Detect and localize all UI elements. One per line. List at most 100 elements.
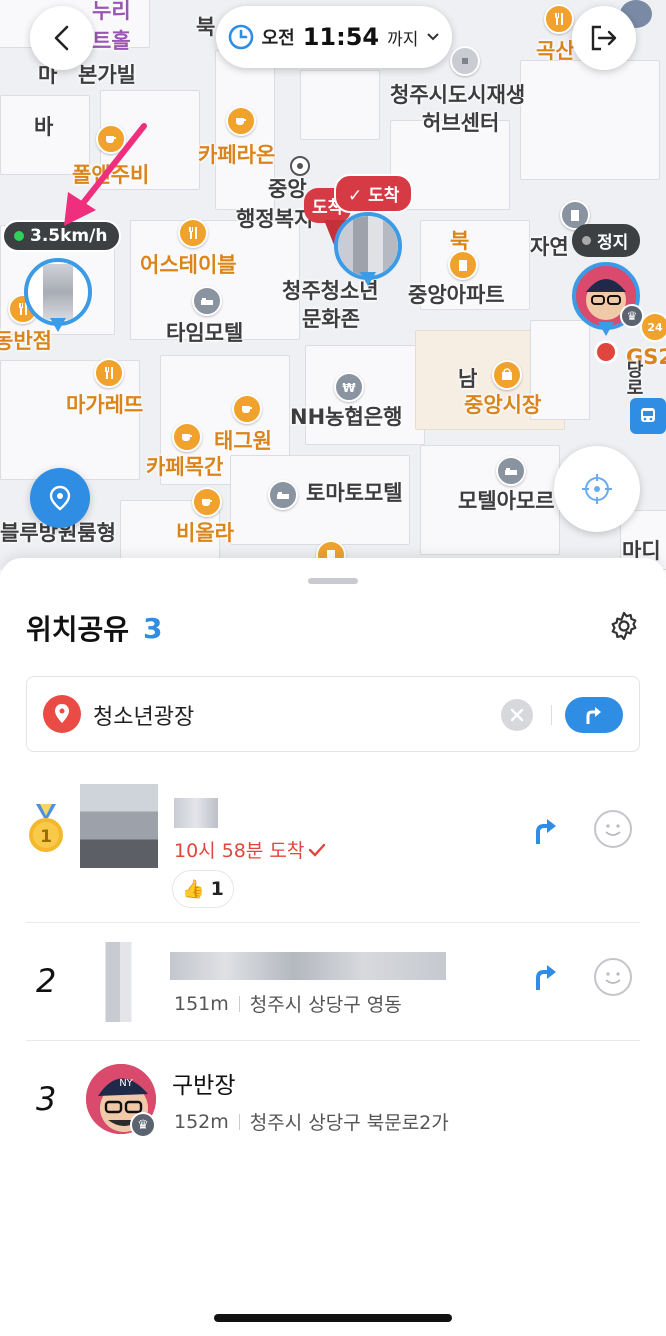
map-label: 태그원 (214, 429, 272, 453)
member-marker-2[interactable] (24, 258, 92, 332)
settings-button[interactable] (606, 608, 642, 644)
map-view[interactable]: ₩ 본가빌 마 바 북 누리 트홀 폴앤주비 카페라온 중앙 행정복지 청주시도… (0, 0, 666, 570)
map-label: 토마토모텔 (306, 481, 403, 505)
map-label: 행정복지 (236, 207, 314, 231)
bank-pin-icon[interactable]: ₩ (334, 372, 364, 402)
destination-pin-icon (43, 695, 81, 733)
time-period: 오전 (261, 28, 295, 49)
status-stop-badge: 정지 (572, 224, 641, 257)
online-dot-icon (14, 231, 24, 241)
map-label: 본가빌 (78, 63, 136, 87)
crown-icon: ♛ (130, 1112, 156, 1138)
market-pin-icon[interactable] (492, 360, 522, 390)
react-smile-button[interactable] (594, 958, 632, 996)
clear-destination-button[interactable] (501, 699, 533, 731)
smile-icon (605, 824, 621, 836)
location-pin-icon (49, 485, 71, 511)
map-label: 어스테이블 (140, 253, 237, 277)
clock-icon (228, 24, 253, 50)
member-row-3[interactable]: 3 NY ♛ 구반장 152m 청주시 상당구 북문로2가 (0, 1056, 666, 1166)
member-marker-1[interactable] (334, 212, 402, 286)
member-rank: 2 (36, 962, 57, 1000)
gear-icon (611, 611, 637, 641)
member-location: 151m 청주시 상당구 영동 (174, 990, 402, 1017)
square-pin-icon[interactable] (450, 46, 480, 76)
bus-stop-icon[interactable] (630, 398, 666, 434)
map-label: 바 (34, 115, 54, 139)
gold-medal-icon: 1 (26, 804, 66, 854)
stop-dot-icon (582, 236, 591, 245)
destination-field[interactable]: 청소년광장 (26, 676, 640, 752)
back-button[interactable] (30, 6, 94, 70)
directions-icon[interactable] (534, 816, 558, 846)
react-smile-button[interactable] (594, 810, 632, 848)
member-row-1[interactable]: 1 10시 58분 도착 👍 1 (0, 778, 666, 918)
directions-icon[interactable] (534, 962, 558, 992)
time-value: 11:54 (302, 23, 380, 51)
address-label: 청주시 상당구 영동 (249, 994, 402, 1016)
cafe-pin-icon[interactable] (226, 106, 256, 136)
smile-icon (605, 972, 621, 984)
avatar (80, 784, 158, 868)
directions-button[interactable] (565, 697, 623, 733)
map-label: 북 (196, 15, 216, 39)
cafe-pin-icon[interactable] (172, 422, 202, 452)
avatar (88, 942, 146, 1022)
motel-pin-icon[interactable] (496, 456, 526, 486)
stop-label: 정지 (597, 233, 629, 253)
member-name-blurred (174, 798, 218, 828)
map-label: 모텔아모르 (458, 489, 555, 513)
member-marker-3[interactable]: ♛ (572, 262, 644, 336)
map-label: 중앙시장 (464, 393, 542, 417)
exit-button[interactable] (572, 6, 636, 70)
svg-text:1: 1 (40, 827, 52, 847)
close-icon (510, 708, 524, 722)
convenience-label: 24 (647, 320, 663, 334)
time-chip[interactable]: 오전 11:54 까지 (216, 6, 452, 68)
restaurant-pin-icon[interactable] (178, 218, 208, 248)
map-label: 청주시도시재생 (390, 83, 526, 107)
map-label: 허브센터 (422, 111, 500, 135)
recenter-button[interactable] (554, 446, 640, 532)
check-icon: ✓ (348, 186, 369, 206)
map-label: 카페라온 (198, 143, 276, 167)
member-count: 3 (143, 611, 163, 645)
map-label: 카페목간 (146, 455, 224, 479)
row-divider (26, 1040, 640, 1041)
restaurant-pin-icon[interactable] (94, 358, 124, 388)
location-red-dot (594, 340, 618, 364)
thumbs-up-icon: 👍 (182, 878, 205, 900)
map-label: 동반점 (0, 329, 52, 353)
crown-icon: ♛ (620, 304, 644, 328)
map-label: 북 (450, 229, 470, 253)
map-label: 당로 (623, 360, 644, 396)
destination-value: 청소년광장 (93, 705, 195, 730)
motel-pin-icon[interactable] (268, 480, 298, 510)
motel-pin-icon[interactable] (192, 286, 222, 316)
member-rank: 3 (36, 1080, 57, 1118)
exit-icon (591, 25, 617, 51)
map-label: 누리 (92, 0, 131, 23)
field-divider (551, 705, 552, 725)
location-share-sheet: 위치공유 3 청소년광장 1 10시 58분 도착 👍 1 2 151m 청주시… (0, 558, 666, 1336)
svg-text:₩: ₩ (342, 381, 356, 395)
member-row-2[interactable]: 2 151m 청주시 상당구 영동 (0, 938, 666, 1048)
reaction-chip[interactable]: 👍 1 (172, 870, 234, 908)
map-label: 곡산 (536, 39, 575, 63)
page-title: 위치공유 (26, 613, 130, 646)
map-label: 자연 (530, 235, 569, 259)
my-location-share-button[interactable] (30, 468, 90, 528)
cafe-pin-icon[interactable] (192, 487, 222, 517)
annotation-arrow-icon (64, 123, 147, 226)
target-dot-icon (290, 156, 310, 176)
map-label: 트홀 (92, 29, 131, 53)
map-label: 중앙 (268, 177, 307, 201)
restaurant-pin-icon[interactable] (544, 4, 574, 34)
drag-handle[interactable] (308, 578, 358, 584)
map-label: 비올라 (176, 521, 234, 545)
address-label: 청주시 상당구 북문로2가 (249, 1112, 449, 1134)
cafe-pin-icon[interactable] (232, 394, 262, 424)
chevron-left-icon (54, 25, 69, 51)
turn-right-icon (586, 707, 601, 724)
crosshair-icon (582, 474, 612, 504)
